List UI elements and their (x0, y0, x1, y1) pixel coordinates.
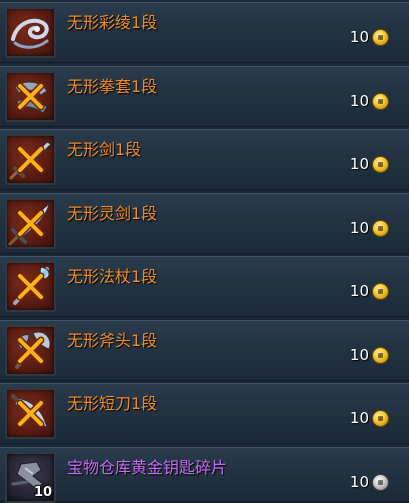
item-slot[interactable] (5, 325, 56, 376)
item-price: 10 (350, 345, 389, 365)
gold-coin-icon (372, 409, 389, 427)
item-slot[interactable] (5, 71, 56, 122)
stack-count: 10 (34, 485, 53, 500)
item-slot[interactable] (5, 388, 56, 439)
shop-item-row[interactable]: 无形灵剑1段 10 (0, 193, 409, 254)
shop-item-row[interactable]: 无形剑1段 10 (0, 129, 409, 190)
shop-item-row[interactable]: 无形斧头1段 10 (0, 320, 409, 381)
shop-item-row[interactable]: 无形法杖1段 10 (0, 256, 409, 317)
shop-item-list: 无形彩绫1段 10 无形拳套1段 10 无形剑1段 10 无形灵剑1段 10 无… (0, 0, 409, 503)
gold-coin-icon (372, 155, 389, 173)
item-name: 宝物仓库黄金钥匙碎片 (67, 458, 228, 477)
gold-coin-icon (372, 28, 389, 46)
item-name: 无形剑1段 (67, 140, 142, 159)
unusable-x-icon (16, 209, 45, 238)
item-price: 10 (350, 218, 389, 238)
item-name: 无形短刀1段 (67, 394, 158, 413)
item-price: 10 (350, 154, 389, 174)
price-value: 10 (349, 219, 369, 237)
unusable-x-icon (16, 272, 45, 301)
price-value: 10 (349, 346, 369, 364)
item-price: 10 (350, 281, 389, 301)
ribbon-icon (11, 18, 49, 49)
price-value: 10 (349, 282, 369, 300)
item-price: 10 (350, 472, 389, 492)
gold-coin-icon (372, 346, 389, 364)
item-slot[interactable] (5, 261, 56, 312)
item-name: 无形法杖1段 (67, 267, 158, 286)
gold-coin-icon (372, 219, 389, 237)
item-price: 10 (350, 408, 389, 428)
item-slot[interactable] (5, 198, 56, 249)
gold-coin-icon (372, 282, 389, 300)
price-value: 10 (349, 92, 369, 110)
price-value: 10 (349, 473, 369, 491)
unusable-x-icon (16, 82, 45, 111)
item-name: 无形彩绫1段 (67, 13, 158, 32)
gold-coin-icon (372, 92, 389, 110)
shop-item-row[interactable]: 无形短刀1段 10 (0, 383, 409, 444)
item-name: 无形拳套1段 (67, 77, 158, 96)
price-value: 10 (349, 28, 369, 46)
price-value: 10 (349, 409, 369, 427)
item-slot[interactable]: 10 (5, 452, 56, 503)
item-name: 无形灵剑1段 (67, 204, 158, 223)
shop-item-row[interactable]: 无形彩绫1段 10 (0, 2, 409, 63)
unusable-x-icon (16, 399, 45, 428)
silver-coin-icon (372, 473, 389, 491)
item-slot[interactable] (5, 134, 56, 185)
shop-item-row[interactable]: 10 宝物仓库黄金钥匙碎片 10 (0, 447, 409, 503)
price-value: 10 (349, 155, 369, 173)
shop-item-row[interactable]: 无形拳套1段 10 (0, 66, 409, 127)
item-price: 10 (350, 91, 389, 111)
item-slot[interactable] (5, 7, 56, 58)
item-price: 10 (350, 27, 389, 47)
item-name: 无形斧头1段 (67, 331, 158, 350)
unusable-x-icon (16, 145, 45, 174)
unusable-x-icon (16, 336, 45, 365)
